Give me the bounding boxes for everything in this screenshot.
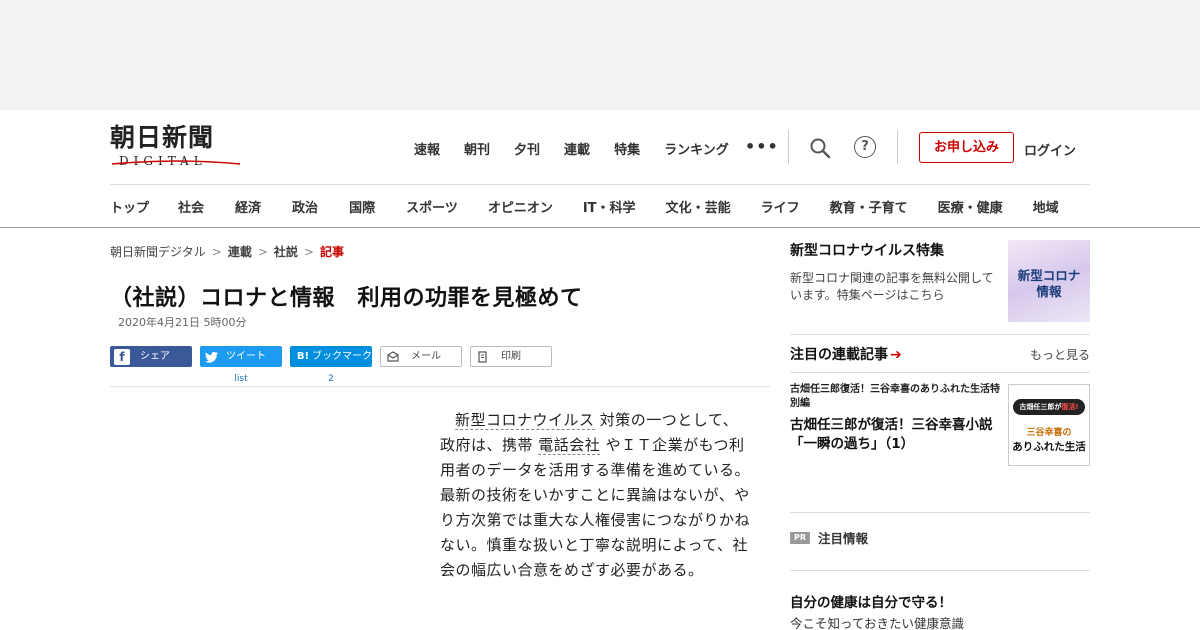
serial-thumbnail-band-highlight: 復活! (1061, 403, 1079, 411)
category-economy[interactable]: 経済 (235, 197, 261, 216)
top-nav-choukan[interactable]: 朝刊 (464, 139, 490, 158)
feature-thumbnail-text: 新型コロナ 情報 (1008, 268, 1090, 300)
category-sports[interactable]: スポーツ (406, 197, 458, 216)
twitter-share-button[interactable]: ツイート list (200, 346, 282, 384)
serial-series-name[interactable]: 古畑任三郎復活！三谷幸喜のありふれた生活特別編 (790, 383, 1004, 411)
breadcrumb-shasetsu[interactable]: 社説 (274, 245, 298, 259)
keyword-link-covid[interactable]: 新型コロナウイルス (455, 411, 595, 430)
category-international[interactable]: 国際 (349, 197, 375, 216)
top-nav-yukan[interactable]: 夕刊 (514, 139, 540, 158)
top-nav: 速報 朝刊 夕刊 連載 特集 ランキング (414, 139, 753, 158)
breadcrumb-separator: > (211, 245, 222, 259)
facebook-share-label: シェア (140, 351, 170, 362)
article-title: （社説）コロナと情報 利用の功罪を見極めて (110, 286, 583, 311)
pr-section-label: 注目情報 (818, 531, 869, 546)
serial-heading[interactable]: 注目の連載記事 ➔ (790, 344, 902, 364)
hatena-bookmark-label: ブックマーク (312, 351, 372, 362)
sidebar-divider (790, 570, 1090, 571)
hatena-icon: B! (296, 350, 310, 362)
article-body: 新型コロナウイルス 対策の一つとして、政府は、携帯 電話会社 やＩＴ企業がもつ利… (440, 408, 750, 583)
breadcrumb: 朝日新聞デジタル > 連載 > 社説 > 記事 (110, 243, 344, 260)
pr-article-title[interactable]: 自分の健康は自分で守る！ (790, 591, 952, 611)
breadcrumb-home[interactable]: 朝日新聞デジタル (110, 245, 206, 259)
logo-title: 朝日新聞 (110, 123, 215, 152)
category-opinion[interactable]: オピニオン (488, 197, 553, 216)
pr-section-header: PR 注目情報 (790, 528, 868, 547)
print-button[interactable]: 印刷 (470, 346, 552, 367)
breadcrumb-current: 記事 (319, 245, 344, 259)
feature-card[interactable]: 新型コロナウイルス特集 新型コロナ関連の記事を無料公開しています。特集ページはこ… (790, 240, 1090, 322)
site-logo[interactable]: 朝日新聞 DIGITAL (110, 124, 242, 172)
article-date: 2020年4月21日 5時00分 (118, 316, 247, 329)
feature-thumbnail-line: 情報 (1036, 284, 1062, 299)
breadcrumb-separator: > (257, 245, 268, 259)
category-nav: トップ 社会 経済 政治 国際 スポーツ オピニオン IT・科学 文化・芸能 ラ… (110, 197, 1100, 216)
serial-heading-label: 注目の連載記事 (790, 347, 888, 363)
share-bar: f シェア ツイート list B! ブックマーク 2 メール 印刷 (110, 346, 552, 384)
article-divider (110, 386, 770, 387)
feature-thumbnail-line: 新型コロナ (1017, 268, 1081, 283)
top-nav-tokushu[interactable]: 特集 (614, 139, 640, 158)
feature-description: 新型コロナ関連の記事を無料公開しています。特集ページはこちら (790, 271, 994, 302)
serial-thumbnail-line: ありふれた生活 (1012, 441, 1086, 453)
breadcrumb-rensai[interactable]: 連載 (228, 245, 252, 259)
feature-thumbnail[interactable]: 新型コロナ 情報 (1008, 240, 1090, 322)
header-divider (897, 130, 898, 164)
article-paragraph: 新型コロナウイルス 対策の一つとして、政府は、携帯 電話会社 やＩＴ企業がもつ利… (440, 408, 750, 583)
category-local[interactable]: 地域 (1033, 197, 1059, 216)
category-politics[interactable]: 政治 (292, 197, 318, 216)
pr-article-subtitle[interactable]: 今こそ知っておきたい健康意識 (790, 613, 964, 630)
hatena-bookmark-button[interactable]: B! ブックマーク 2 (290, 346, 372, 384)
sidebar-divider (790, 334, 1090, 335)
help-icon[interactable]: ? (854, 136, 876, 158)
serial-thumbnail-line: 三谷幸喜の (1026, 428, 1072, 438)
header-divider (788, 130, 789, 164)
more-menu-icon[interactable]: ••• (745, 137, 779, 156)
serial-thumbnail-band-text: 古畑任三郎が (1019, 403, 1062, 411)
pr-badge: PR (790, 531, 810, 544)
top-nav-ranking[interactable]: ランキング (664, 139, 729, 158)
print-icon (478, 350, 487, 363)
serial-thumbnail[interactable]: 古畑任三郎が復活! 三谷幸喜の ありふれた生活 (1008, 384, 1090, 466)
mail-share-label: メール (411, 351, 441, 362)
twitter-share-label: ツイート (226, 351, 266, 362)
body-text-segment: やＩＴ企業がもつ利用者のデータを活用する準備を進めている。最新の技術をいかすこと… (440, 436, 751, 579)
category-top[interactable]: トップ (110, 197, 149, 216)
mail-icon (387, 350, 399, 362)
sidebar-divider (790, 512, 1090, 513)
facebook-share-button[interactable]: f シェア (110, 346, 192, 367)
ad-banner-area (0, 0, 1200, 110)
header-rule (110, 184, 1090, 185)
site-header: 朝日新聞 DIGITAL 速報 朝刊 夕刊 連載 特集 ランキング ••• ? … (0, 110, 1200, 228)
top-nav-rensai[interactable]: 連載 (564, 139, 590, 158)
more-link[interactable]: もっと見る (1030, 346, 1090, 363)
facebook-icon: f (114, 348, 130, 365)
print-label: 印刷 (501, 351, 521, 362)
serial-thumbnail-band: 古畑任三郎が復活! (1013, 399, 1085, 415)
login-link[interactable]: ログイン (1024, 140, 1076, 159)
search-icon[interactable] (809, 137, 831, 159)
sidebar: 新型コロナウイルス特集 新型コロナ関連の記事を無料公開しています。特集ページはこ… (790, 240, 1090, 630)
category-health[interactable]: 医療・健康 (938, 197, 1003, 216)
sidebar-divider (790, 372, 1090, 373)
category-culture[interactable]: 文化・芸能 (666, 197, 731, 216)
breadcrumb-separator: > (303, 245, 314, 259)
mail-share-button[interactable]: メール (380, 346, 462, 367)
twitter-bird-icon (205, 351, 218, 363)
arrow-right-icon: ➔ (890, 347, 902, 363)
category-society[interactable]: 社会 (178, 197, 204, 216)
subscribe-button[interactable]: お申し込み (919, 132, 1014, 163)
category-it-science[interactable]: IT・科学 (583, 197, 636, 216)
top-nav-sokuho[interactable]: 速報 (414, 139, 440, 158)
category-life[interactable]: ライフ (761, 197, 800, 216)
category-education[interactable]: 教育・子育て (830, 197, 908, 216)
keyword-link-telecom[interactable]: 電話会社 (538, 436, 601, 455)
logo-swoosh-icon (111, 160, 241, 165)
serial-article-title[interactable]: 古畑任三郎が復活！三谷幸喜小説「一瞬の過ち」（1） (790, 416, 1004, 454)
